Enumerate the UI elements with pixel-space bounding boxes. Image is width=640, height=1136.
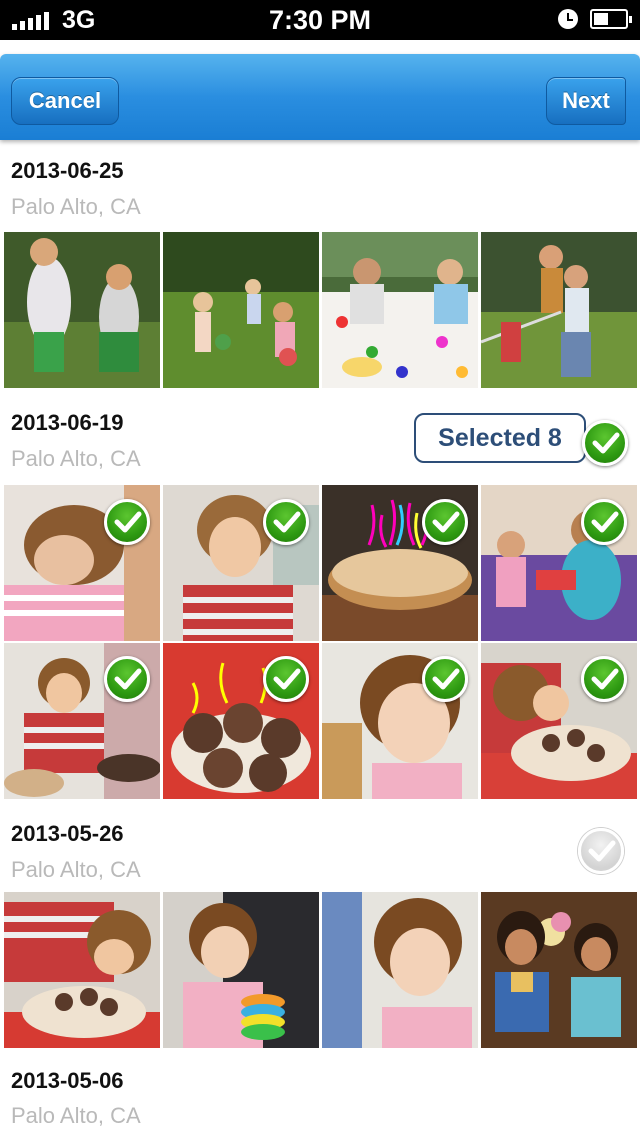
section-date: 2013-06-19 [11, 410, 124, 435]
battery-icon [590, 9, 632, 29]
section-location: Palo Alto, CA [11, 1103, 141, 1128]
status-bar: 3G 7:30 PM [0, 0, 640, 40]
photo-thumbnail[interactable] [4, 232, 160, 388]
section-location: Palo Alto, CA [11, 446, 141, 471]
next-button-label: Next [562, 88, 610, 113]
status-time: 7:30 PM [268, 5, 372, 35]
next-button[interactable]: Next [546, 76, 640, 127]
section-date: 2013-05-26 [11, 821, 124, 846]
section-location: Palo Alto, CA [11, 857, 141, 882]
selected-checkmark-icon[interactable] [104, 499, 150, 545]
selected-count-badge: Selected 8 [414, 413, 586, 463]
section-location: Palo Alto, CA [11, 194, 141, 219]
selected-checkmark-icon[interactable] [263, 499, 309, 545]
selected-checkmark-icon[interactable] [581, 656, 627, 702]
photo-thumbnail[interactable] [481, 232, 637, 388]
select-all-checkmark-icon[interactable] [578, 828, 624, 874]
selected-checkmark-icon[interactable] [104, 656, 150, 702]
selected-checkmark-icon[interactable] [581, 499, 627, 545]
photo-thumbnail[interactable] [481, 892, 637, 1048]
photo-thumbnail[interactable] [322, 232, 478, 388]
photo-thumbnail[interactable] [163, 232, 319, 388]
photo-thumbnail[interactable] [322, 892, 478, 1048]
selected-checkmark-icon[interactable] [422, 499, 468, 545]
photo-thumbnail[interactable] [163, 892, 319, 1048]
cancel-button-label: Cancel [28, 88, 102, 113]
navigation-bar: Cancel Next [0, 54, 640, 140]
photo-thumbnail[interactable] [4, 892, 160, 1048]
section-date: 2013-05-06 [11, 1068, 124, 1093]
section-date: 2013-06-25 [11, 158, 124, 183]
selected-checkmark-icon[interactable] [263, 656, 309, 702]
selected-checkmark-icon[interactable] [422, 656, 468, 702]
select-all-checkmark-icon[interactable] [582, 420, 628, 466]
cancel-button[interactable]: Cancel [11, 77, 119, 125]
alarm-clock-icon [558, 9, 578, 29]
